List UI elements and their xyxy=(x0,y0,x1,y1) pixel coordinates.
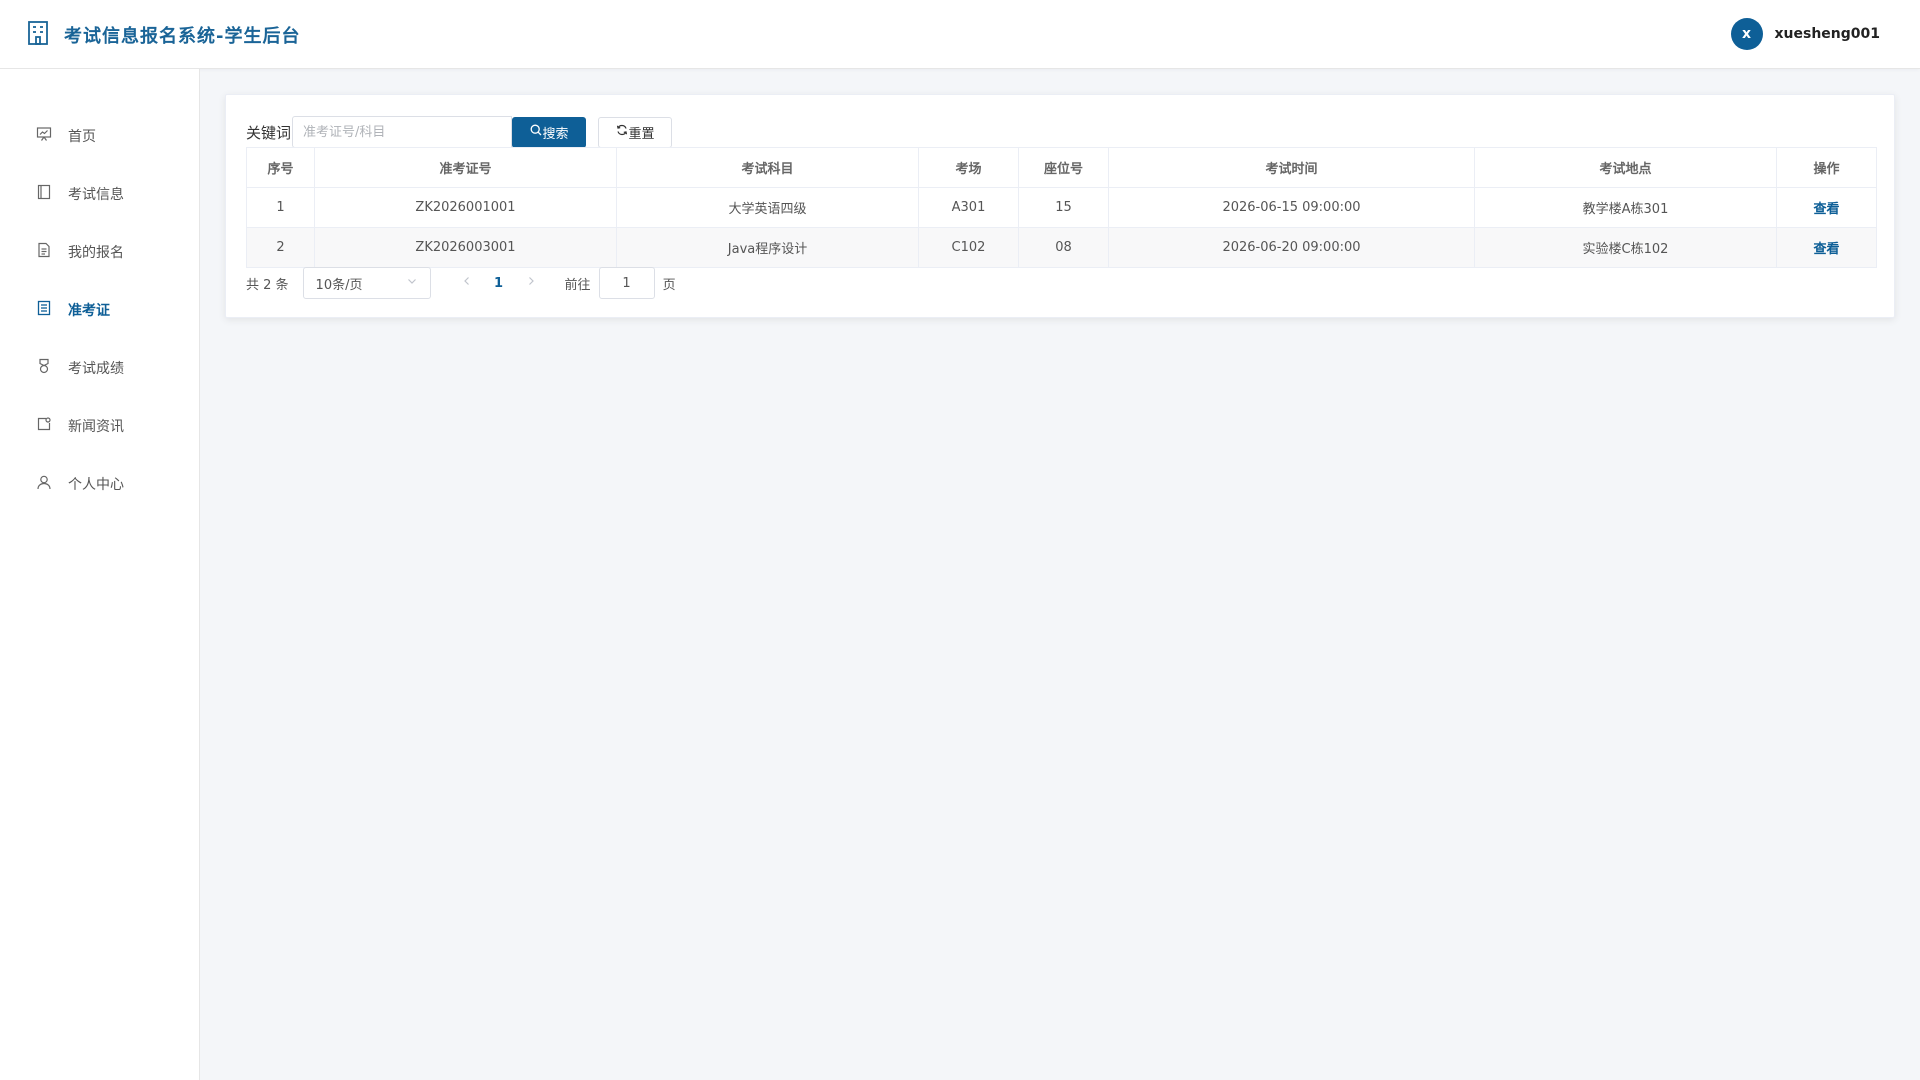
cell-seat: 15 xyxy=(1018,187,1109,228)
presentation-icon xyxy=(36,126,52,146)
app-title: 考试信息报名系统-学生后台 xyxy=(64,26,301,47)
sidebar-item-label: 准考证 xyxy=(68,303,110,319)
sidebar-item-label: 考试成绩 xyxy=(68,361,124,377)
cell-action: 查看 xyxy=(1776,187,1877,228)
cell-location: 实验楼C栋102 xyxy=(1474,227,1777,268)
top-header: 考试信息报名系统-学生后台 x xuesheng001 xyxy=(0,0,1920,69)
sidebar: 首页 考试信息 我的报名 准考证 考试成绩 新闻资讯 个人中心 xyxy=(0,69,200,1080)
page-size-select[interactable]: 10条/页 xyxy=(302,267,431,299)
chevron-right-icon xyxy=(525,275,537,291)
user-menu[interactable]: x xuesheng001 xyxy=(1730,18,1881,50)
column-header: 座位号 xyxy=(1018,147,1109,188)
page-number-current[interactable]: 1 xyxy=(487,276,511,291)
refresh-icon xyxy=(616,124,629,140)
cell-index: 1 xyxy=(246,187,315,228)
sidebar-item-news[interactable]: 新闻资讯 xyxy=(0,406,199,446)
cell-seat: 08 xyxy=(1018,227,1109,268)
book-icon xyxy=(36,184,52,204)
column-header: 考试时间 xyxy=(1108,147,1475,188)
cell-ticket-no: ZK2026003001 xyxy=(314,227,617,268)
cell-room: A301 xyxy=(918,187,1019,228)
chevron-left-icon xyxy=(461,275,473,291)
cell-time: 2026-06-20 09:00:00 xyxy=(1108,227,1475,268)
sidebar-item-exam-info[interactable]: 考试信息 xyxy=(0,174,199,214)
view-link[interactable]: 查看 xyxy=(1813,202,1839,217)
cell-room: C102 xyxy=(918,227,1019,268)
chevron-down-icon xyxy=(406,275,418,291)
goto-suffix: 页 xyxy=(662,277,676,293)
cell-action: 查看 xyxy=(1776,227,1877,268)
building-icon xyxy=(26,20,50,50)
sidebar-item-label: 我的报名 xyxy=(68,245,124,261)
search-button-label: 搜索 xyxy=(542,126,569,142)
keyword-label: 关键词 xyxy=(246,123,292,142)
document-icon xyxy=(36,242,52,262)
sidebar-item-home[interactable]: 首页 xyxy=(0,116,199,156)
username[interactable]: xuesheng001 xyxy=(1775,26,1881,42)
admission-ticket-table: 序号 准考证号 考试科目 考场 座位号 考试时间 考试地点 操作 1 ZK202… xyxy=(246,147,1877,268)
page-size-value: 10条/页 xyxy=(315,277,363,293)
search-button[interactable]: 搜索 xyxy=(512,116,587,148)
cell-subject: Java程序设计 xyxy=(616,227,919,268)
column-header: 序号 xyxy=(246,147,315,188)
sidebar-item-my-registration[interactable]: 我的报名 xyxy=(0,232,199,272)
sidebar-item-exam-scores[interactable]: 考试成绩 xyxy=(0,348,199,388)
news-icon xyxy=(36,416,52,436)
table-row: 2 ZK2026003001 Java程序设计 C102 08 2026-06-… xyxy=(246,227,1877,268)
ticket-icon xyxy=(36,300,52,320)
goto-page-input[interactable] xyxy=(598,267,655,299)
goto-label: 前往 xyxy=(564,277,591,293)
table-header-row: 序号 准考证号 考试科目 考场 座位号 考试时间 考试地点 操作 xyxy=(246,147,1877,188)
cell-subject: 大学英语四级 xyxy=(616,187,919,228)
prev-page-button[interactable] xyxy=(455,267,479,299)
table-row: 1 ZK2026001001 大学英语四级 A301 15 2026-06-15… xyxy=(246,187,1877,228)
reset-button[interactable]: 重置 xyxy=(598,116,673,148)
medal-icon xyxy=(36,358,52,378)
user-icon xyxy=(36,474,52,494)
view-link[interactable]: 查看 xyxy=(1813,242,1839,257)
column-header: 考场 xyxy=(918,147,1019,188)
avatar[interactable]: x xyxy=(1730,18,1763,50)
column-header: 考试地点 xyxy=(1474,147,1777,188)
cell-location: 教学楼A栋301 xyxy=(1474,187,1777,228)
sidebar-item-label: 首页 xyxy=(68,129,96,145)
reset-button-label: 重置 xyxy=(628,126,655,142)
keyword-input[interactable] xyxy=(292,116,513,148)
sidebar-item-label: 新闻资讯 xyxy=(68,419,124,435)
total-count: 共 2 条 xyxy=(246,277,289,293)
sidebar-item-label: 考试信息 xyxy=(68,187,124,203)
cell-ticket-no: ZK2026001001 xyxy=(314,187,617,228)
sidebar-item-label: 个人中心 xyxy=(68,477,124,493)
column-header: 准考证号 xyxy=(314,147,617,188)
column-header: 操作 xyxy=(1776,147,1877,188)
brand: 考试信息报名系统-学生后台 xyxy=(26,20,300,50)
cell-index: 2 xyxy=(246,227,315,268)
next-page-button[interactable] xyxy=(519,267,543,299)
column-header: 考试科目 xyxy=(616,147,919,188)
pagination: 共 2 条 10条/页 1 前往 页 xyxy=(246,267,676,299)
sidebar-item-profile[interactable]: 个人中心 xyxy=(0,464,199,504)
search-bar: 关键词 搜索 重置 xyxy=(246,116,673,148)
cell-time: 2026-06-15 09:00:00 xyxy=(1108,187,1475,228)
sidebar-item-admission-ticket[interactable]: 准考证 xyxy=(0,290,199,330)
search-icon xyxy=(530,124,543,140)
admission-ticket-panel: 关键词 搜索 重置 序号 准考证号 考试科目 考场 座位号 xyxy=(225,94,1895,318)
